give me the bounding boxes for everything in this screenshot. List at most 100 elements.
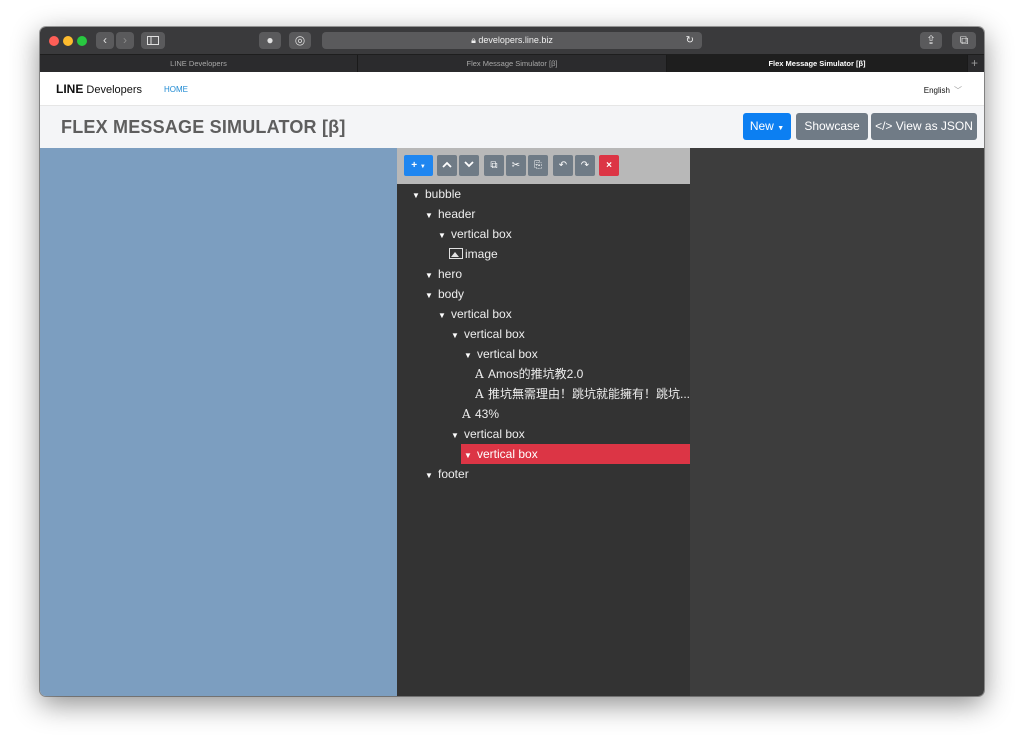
tree-node-image[interactable]: image: [449, 244, 682, 264]
move-down-button[interactable]: [459, 155, 479, 176]
new-button[interactable]: New ▼: [743, 113, 791, 140]
tree-node-vertical-box-selected[interactable]: ▼ vertical box: [461, 444, 690, 464]
language-label: English: [923, 86, 950, 95]
close-icon: ×: [606, 160, 612, 171]
tree-node-vertical-box[interactable]: ▼ vertical box: [451, 324, 682, 344]
tree-node-text[interactable]: A 43%: [462, 404, 682, 424]
language-selector[interactable]: English ﹀: [924, 85, 962, 96]
tree-node-label: Amos的推坑教2.0: [488, 367, 584, 381]
caret-down-icon: ▼: [412, 191, 420, 200]
sidebar-toggle-icon[interactable]: [141, 32, 165, 49]
text-icon: A: [462, 407, 471, 421]
tab-line-developers[interactable]: LINE Developers: [40, 55, 358, 72]
logo[interactable]: LINE Developers: [56, 82, 142, 96]
delete-button[interactable]: ×: [599, 155, 619, 176]
image-icon: [449, 248, 463, 259]
paste-icon: ⎘: [534, 160, 542, 171]
tree-node-vertical-box[interactable]: ▼ vertical box: [438, 224, 682, 244]
page-title: FLEX MESSAGE SIMULATOR [β]: [61, 117, 346, 137]
tree-node-vertical-box[interactable]: ▼ vertical box: [438, 304, 682, 324]
tree-node-bubble[interactable]: ▼ bubble: [412, 184, 682, 204]
tree-node-vertical-box[interactable]: ▼ vertical box: [451, 424, 682, 444]
properties-pane: [690, 148, 984, 696]
address-text: developers.line.biz: [478, 35, 553, 45]
close-window-button[interactable]: [49, 36, 59, 46]
browser-toolbar: ‹ › ● ◎ 🔒︎ developers.line.biz ↻ ⇪ ⧉: [40, 27, 984, 54]
scissors-icon: ✂: [511, 160, 521, 171]
tabs-overview-icon[interactable]: ⧉: [952, 32, 976, 49]
tree-node-label: 43%: [475, 407, 500, 421]
tree-node-text[interactable]: A Amos的推坑教2.0: [475, 364, 682, 384]
reload-icon[interactable]: ↻: [686, 32, 694, 49]
tree-node-label: image: [465, 247, 498, 261]
chevron-down-icon: ﹀: [954, 86, 962, 95]
text-icon: A: [475, 367, 484, 381]
simulator-header: FLEX MESSAGE SIMULATOR [β] New ▼ Showcas…: [40, 106, 984, 149]
component-tree-pane: + ▼ ⧉ ✂ ⎘ ↶ ↷ × ▼ bubble ▼ header ▼ vert…: [397, 148, 690, 696]
view-as-json-button[interactable]: </> View as JSON: [871, 113, 977, 140]
paste-button[interactable]: ⎘: [528, 155, 548, 176]
caret-down-icon: ▼: [438, 311, 446, 320]
share-icon[interactable]: ⇪: [920, 32, 942, 49]
tree-node-text[interactable]: A 推坑無需理由！跳坑就能擁有！跳坑...: [475, 384, 690, 404]
tree-node-label: vertical box: [451, 307, 512, 321]
caret-down-icon: ▼: [425, 471, 433, 480]
cut-button[interactable]: ✂: [506, 155, 526, 176]
tab-bar: LINE Developers Flex Message Simulator […: [40, 54, 984, 72]
tree-node-footer[interactable]: ▼ footer: [425, 464, 682, 484]
caret-down-icon: ▼: [419, 164, 426, 170]
tree-node-header[interactable]: ▼ header: [425, 204, 682, 224]
forward-icon[interactable]: ›: [116, 32, 134, 49]
logo-developers: Developers: [86, 84, 143, 96]
copy-icon: ⧉: [490, 160, 498, 171]
redo-icon: ↷: [580, 160, 590, 171]
back-icon[interactable]: ‹: [96, 32, 114, 49]
caret-down-icon: ▼: [451, 431, 459, 440]
tab-label: Flex Message Simulator [β]: [768, 59, 866, 68]
tree-node-hero[interactable]: ▼ hero: [425, 264, 682, 284]
undo-icon: ↶: [558, 160, 568, 171]
privacy-icon[interactable]: ◎: [289, 32, 311, 49]
caret-down-icon: ▼: [438, 231, 446, 240]
tree-node-label: vertical box: [464, 327, 525, 341]
move-up-button[interactable]: [437, 155, 457, 176]
chevron-down-icon: [464, 161, 474, 168]
tab-flex-simulator-active[interactable]: Flex Message Simulator [β]: [667, 55, 968, 72]
caret-down-icon: ▼: [464, 451, 472, 460]
copy-button[interactable]: ⧉: [484, 155, 504, 176]
tree-node-label: vertical box: [477, 447, 538, 461]
caret-down-icon: ▼: [425, 211, 433, 220]
tree-node-label: hero: [438, 267, 463, 281]
home-link[interactable]: HOME: [164, 85, 188, 94]
tree-node-body[interactable]: ▼ body: [425, 284, 682, 304]
tree-node-label: footer: [438, 467, 469, 481]
add-component-button[interactable]: + ▼: [404, 155, 433, 176]
site-header: LINE Developers HOME English ﹀: [40, 72, 984, 106]
tab-label: LINE Developers: [170, 59, 227, 68]
zoom-window-button[interactable]: [77, 36, 87, 46]
tree-node-label: vertical box: [451, 227, 512, 241]
tree-node-vertical-box[interactable]: ▼ vertical box: [464, 344, 682, 364]
tab-flex-simulator[interactable]: Flex Message Simulator [β]: [358, 55, 667, 72]
caret-down-icon: ▼: [425, 271, 433, 280]
lock-icon: 🔒︎: [471, 35, 476, 45]
new-button-label: New: [749, 119, 774, 133]
caret-down-icon: ▼: [777, 125, 785, 132]
text-icon: A: [475, 387, 484, 401]
tree-node-label: vertical box: [477, 347, 538, 361]
address-bar[interactable]: 🔒︎ developers.line.biz ↻: [322, 32, 702, 49]
redo-button[interactable]: ↷: [575, 155, 595, 176]
extension-icon[interactable]: ●: [259, 32, 281, 49]
showcase-button[interactable]: Showcase: [796, 113, 868, 140]
tab-label: Flex Message Simulator [β]: [466, 59, 558, 68]
caret-down-icon: ▼: [464, 351, 472, 360]
tree-node-label: body: [438, 287, 465, 301]
tree-node-label: header: [438, 207, 476, 221]
chevron-up-icon: [442, 161, 452, 168]
logo-line: LINE: [56, 82, 84, 96]
undo-button[interactable]: ↶: [553, 155, 573, 176]
new-tab-icon[interactable]: +: [971, 55, 978, 72]
minimize-window-button[interactable]: [63, 36, 73, 46]
preview-pane[interactable]: [40, 148, 397, 696]
tree-toolbar: + ▼ ⧉ ✂ ⎘ ↶ ↷ ×: [397, 148, 690, 184]
